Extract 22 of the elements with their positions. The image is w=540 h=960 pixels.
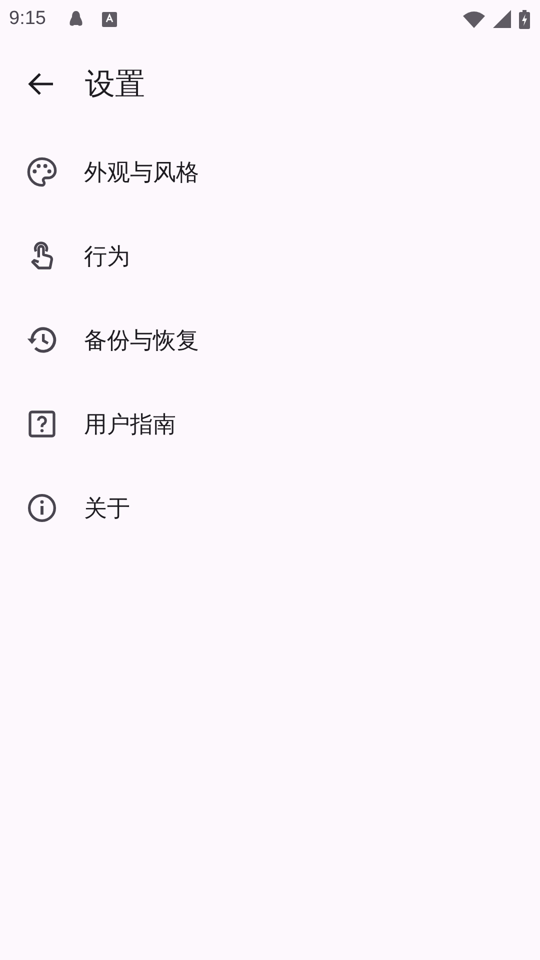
settings-item-label: 行为 bbox=[84, 242, 130, 272]
penguin-icon bbox=[68, 10, 84, 28]
settings-item-label: 外观与风格 bbox=[84, 158, 199, 188]
settings-item-label: 用户指南 bbox=[84, 410, 176, 440]
keyboard-icon bbox=[102, 12, 117, 26]
back-arrow-icon[interactable] bbox=[28, 72, 54, 96]
palette-icon bbox=[26, 156, 58, 188]
settings-item[interactable]: 用户指南 bbox=[0, 382, 540, 466]
settings-item-label: 备份与恢复 bbox=[84, 326, 199, 356]
battery-charging-icon bbox=[519, 10, 530, 28]
signal-icon bbox=[493, 10, 511, 28]
info-icon bbox=[26, 492, 58, 524]
status-time: 9:15 bbox=[9, 8, 46, 30]
settings-item[interactable]: 备份与恢复 bbox=[0, 298, 540, 382]
settings-item[interactable]: 行为 bbox=[0, 214, 540, 298]
history-icon bbox=[26, 324, 58, 356]
settings-item[interactable]: 外观与风格 bbox=[0, 130, 540, 214]
settings-item[interactable]: 关于 bbox=[0, 466, 540, 550]
settings-item-label: 关于 bbox=[84, 494, 130, 524]
page-title: 设置 bbox=[85, 66, 145, 104]
help-icon bbox=[26, 408, 58, 440]
wifi-icon bbox=[463, 10, 485, 28]
